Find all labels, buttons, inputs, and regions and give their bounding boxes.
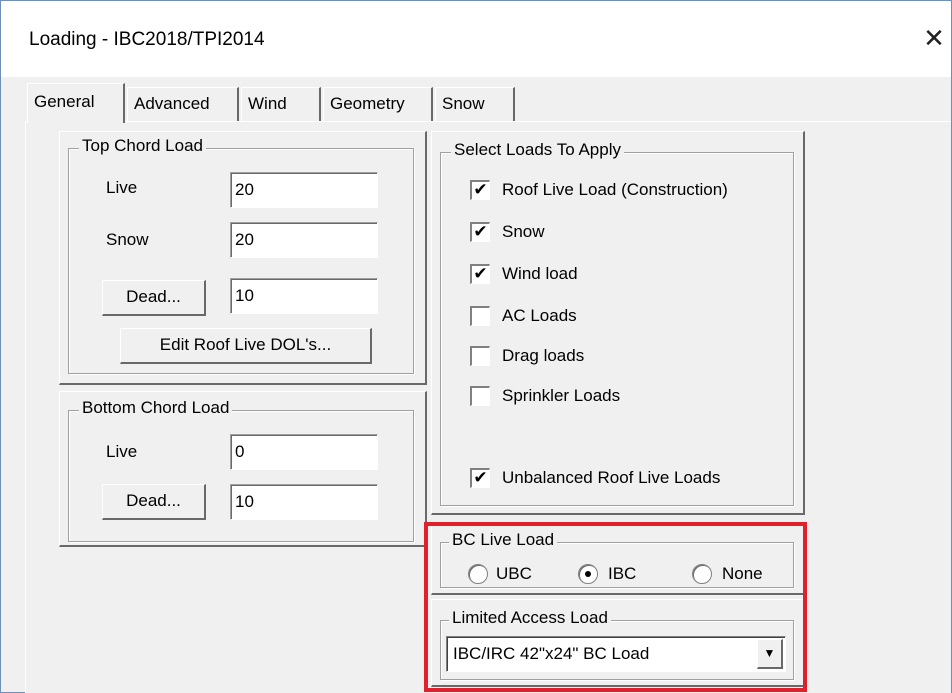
select-loads-title: Select Loads To Apply [451,140,624,160]
bottom-chord-group: Bottom Chord Load [68,398,414,542]
top-live-input[interactable] [230,172,378,208]
select-loads-panel: Select Loads To Apply ✔ Roof Live Load (… [431,131,805,515]
bottom-dead-input[interactable] [230,484,378,520]
tab-geometry[interactable]: Geometry [323,87,433,121]
loading-dialog: Loading - IBC2018/TPI2014 ✕ General Adva… [0,0,952,693]
bottom-live-label: Live [106,442,138,461]
snow-load-label: Snow [502,222,545,241]
drag-loads-checkbox[interactable] [470,346,490,366]
roof-live-load-checkbox[interactable]: ✔ [470,180,490,200]
wind-load-label: Wind load [502,264,578,283]
bottom-chord-panel: Bottom Chord Load Live Dead... [59,391,427,547]
window-title: Loading - IBC2018/TPI2014 [29,29,265,50]
ac-loads-label: AC Loads [502,306,577,325]
top-chord-title: Top Chord Load [79,136,206,156]
sprinkler-loads-label: Sprinkler Loads [502,386,621,405]
edit-roof-live-dol-button[interactable]: Edit Roof Live DOL's... [120,328,372,364]
close-icon[interactable]: ✕ [919,21,949,55]
unbalanced-roof-live-label: Unbalanced Roof Live Loads [502,468,721,487]
bottom-chord-title: Bottom Chord Load [79,398,233,418]
top-dead-input[interactable] [230,278,378,314]
sprinkler-loads-checkbox[interactable] [470,386,490,406]
bottom-live-input[interactable] [230,434,378,470]
wind-load-checkbox[interactable]: ✔ [470,264,490,284]
bottom-dead-button[interactable]: Dead... [102,484,206,520]
unbalanced-roof-live-checkbox[interactable]: ✔ [470,468,490,488]
top-dead-button[interactable]: Dead... [102,280,206,316]
title-bar[interactable]: Loading - IBC2018/TPI2014 ✕ [1,1,951,77]
roof-live-load-label: Roof Live Load (Construction) [502,180,728,199]
tab-general[interactable]: General [27,83,125,123]
snow-checkbox[interactable]: ✔ [470,222,490,242]
select-loads-group: Select Loads To Apply [440,140,794,506]
tab-advanced[interactable]: Advanced [127,87,239,121]
ac-loads-checkbox[interactable] [470,306,490,326]
top-snow-input[interactable] [230,222,378,258]
highlight-box [424,522,807,692]
top-live-label: Live [106,178,138,197]
drag-loads-label: Drag loads [502,346,585,365]
top-chord-panel: Top Chord Load Live Snow Dead... Edit Ro… [59,131,427,385]
tab-wind[interactable]: Wind [241,87,321,121]
top-snow-label: Snow [106,230,149,249]
tab-snow[interactable]: Snow [435,87,515,121]
